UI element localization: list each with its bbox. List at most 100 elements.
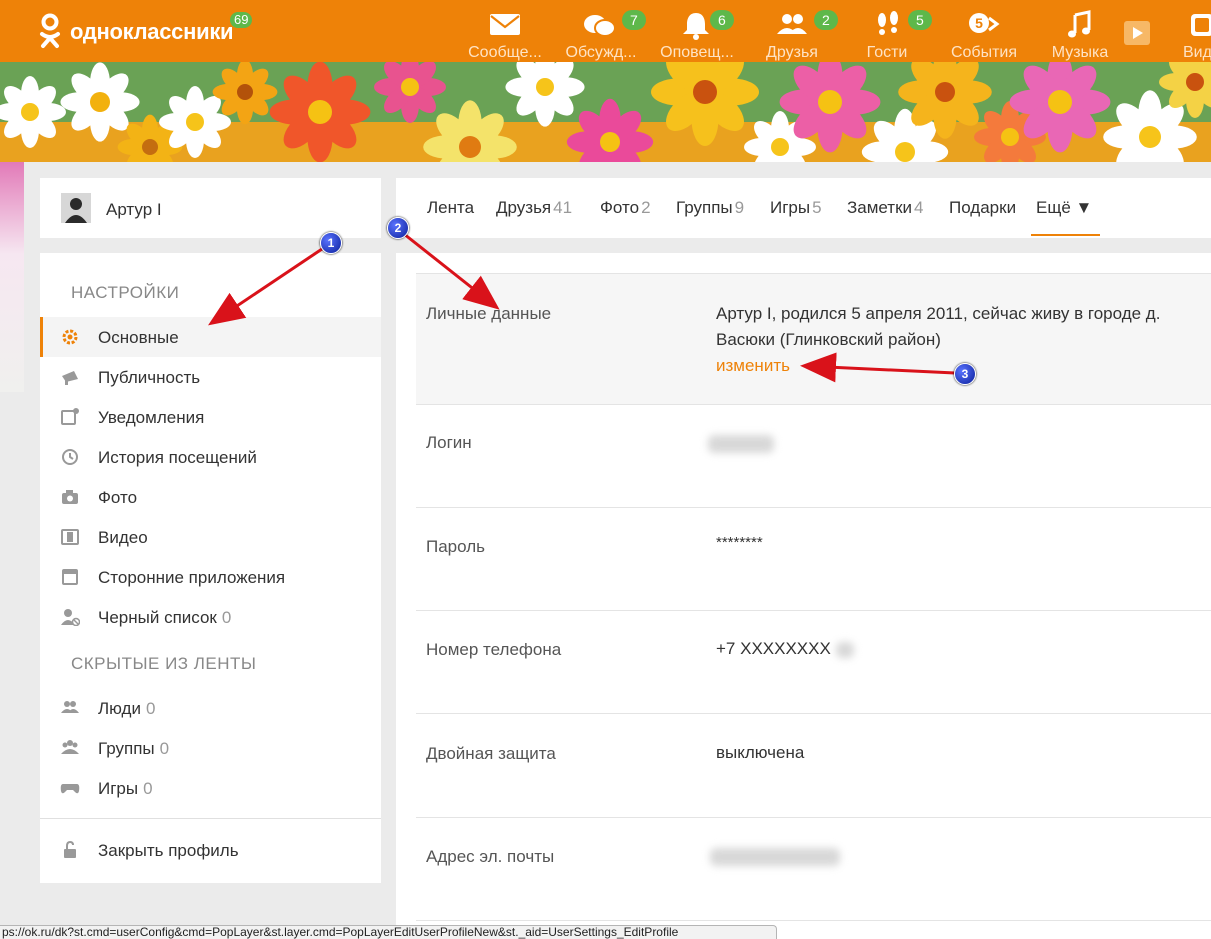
tab-notes[interactable]: Заметки 4 [847,198,924,218]
nav-badge: 7 [622,10,646,30]
history-icon [62,449,78,465]
sidebar-item-blacklist[interactable]: Черный список 0 [40,597,381,637]
friends-icon [777,14,807,34]
nav-label: Гости [866,44,908,61]
close-profile-button[interactable]: Закрыть профиль [40,830,381,870]
settings-section-title: НАСТРОЙКИ [71,283,180,302]
tab-label: Подарки [949,198,1017,217]
sidebar-item-count: 0 [145,699,156,718]
nav-guests[interactable]: 5 Гости [852,0,932,62]
settings-content: Личные данные Артур I, родился 5 апреля … [396,253,1211,939]
tab-count: 4 [914,198,924,217]
nav-discussions[interactable]: 7 Обсужд... [558,0,646,62]
two-factor-row[interactable]: Двойная защита выключена [416,713,1211,817]
password-row[interactable]: Пароль ******** [416,507,1211,610]
gamepad-icon [60,784,80,794]
active-tab-underline [1031,234,1100,236]
notification-icon [61,408,79,425]
flower-cover-image [0,62,1211,162]
top-navigation-bar: одноклассники 69 Сообще... 7 Обсужд... 6… [0,0,1211,62]
nav-label: Вид [1183,44,1211,61]
browser-status-url: ps://ok.ru/dk?st.cmd=userConfig&cmd=PopL… [0,925,777,939]
tab-label: Группы [676,198,733,217]
megaphone-icon [62,371,78,385]
sidebar-item-label: Люди 0 [98,699,155,719]
nav-badge: 5 [908,10,932,30]
lock-icon [64,841,76,858]
tab-label: Друзья [496,198,552,217]
personal-data-label: Личные данные [426,304,552,323]
edit-personal-data-link[interactable]: изменить [716,356,790,376]
login-row[interactable]: Логин [416,404,1211,507]
film-icon [61,529,79,545]
email-label: Адрес эл. почты [426,847,555,866]
nav-label: События [950,44,1018,61]
sidebar-item-text: Группы [98,739,155,758]
profile-mini-card[interactable]: Артур I [40,178,381,238]
sidebar-item-label: Видео [98,528,148,547]
sidebar-item-count: 0 [159,739,170,758]
logo-notification-badge: 69 [230,12,253,28]
nav-music[interactable]: Музыка [1040,0,1120,62]
annotation-marker-1: 1 [320,232,342,254]
nav-video-play[interactable] [1118,0,1154,62]
phone-row[interactable]: Номер телефона +7 XXXXXXXX [416,610,1211,713]
sidebar-item-label: Основные [98,328,179,347]
ok-logo[interactable]: одноклассники [38,13,234,51]
app-window-icon [62,569,78,585]
sidebar-item-label: Публичность [98,368,201,387]
nav-notifications[interactable]: 6 Оповещ... [654,0,740,62]
sidebar-item-photo[interactable]: Фото [40,477,381,517]
login-label: Логин [426,433,472,452]
nav-friends[interactable]: 2 Друзья [752,0,838,62]
nav-events[interactable]: 5 События [944,0,1024,62]
ok-logo-icon [38,13,62,51]
email-row[interactable]: Адрес эл. почты [416,817,1211,920]
nav-badge: 2 [814,10,838,30]
video-icon [1191,14,1211,36]
sidebar-item-hidden-people[interactable]: Люди 0 [40,688,381,728]
gear-icon [62,329,78,345]
nav-label: Музыка [1051,44,1109,61]
nav-messages[interactable]: Сообще... [462,0,548,62]
sidebar-item-publicity[interactable]: Публичность [40,357,381,397]
sidebar-item-general[interactable]: Основные [40,317,381,357]
tab-groups[interactable]: Группы 9 [676,198,744,218]
sidebar-item-third-party-apps[interactable]: Сторонние приложения [40,557,381,597]
tab-gifts[interactable]: Подарки [949,198,1016,218]
annotation-marker-2: 2 [387,217,409,239]
avatar[interactable] [61,193,91,223]
svg-text:5: 5 [975,15,983,31]
two-factor-label: Двойная защита [426,744,556,763]
nav-label: Обсужд... [565,44,637,61]
tab-label: Игры [770,198,811,217]
sidebar-item-history[interactable]: История посещений [40,437,381,477]
tab-feed[interactable]: Лента [427,198,474,218]
footprints-icon [878,11,898,35]
sidebar-item-hidden-groups[interactable]: Группы 0 [40,728,381,768]
sidebar-item-text: Игры [98,779,139,798]
video-play-icon [1124,21,1150,45]
sidebar-item-notifications[interactable]: Уведомления [40,397,381,437]
profile-name[interactable]: Артур I [106,200,162,220]
sidebar-item-count: 0 [221,608,232,627]
annotation-marker-3: 3 [954,363,976,385]
tab-friends[interactable]: Друзья 41 [496,198,572,218]
sidebar-item-hidden-games[interactable]: Игры 0 [40,768,381,808]
nav-video[interactable]: Вид [1180,0,1211,62]
tab-more[interactable]: Ещё ▼ [1036,198,1092,218]
user-photo-icon [61,193,91,223]
sidebar-item-label: Уведомления [98,408,205,427]
bell-icon [683,13,709,40]
tab-label: Ещё ▼ [1036,198,1093,217]
tab-photos[interactable]: Фото 2 [600,198,651,218]
tab-games[interactable]: Игры 5 [770,198,822,218]
email-value-blurred [710,848,840,866]
phone-digits-blurred [836,642,854,658]
sidebar-item-video[interactable]: Видео [40,517,381,557]
settings-sidebar: НАСТРОЙКИ Основные Публичность Уведомлен… [40,253,381,883]
phone-label: Номер телефона [426,640,562,659]
sidebar-item-text: Люди [98,699,141,718]
sidebar-item-label: История посещений [98,448,257,467]
profile-cover-banner [0,62,1211,162]
